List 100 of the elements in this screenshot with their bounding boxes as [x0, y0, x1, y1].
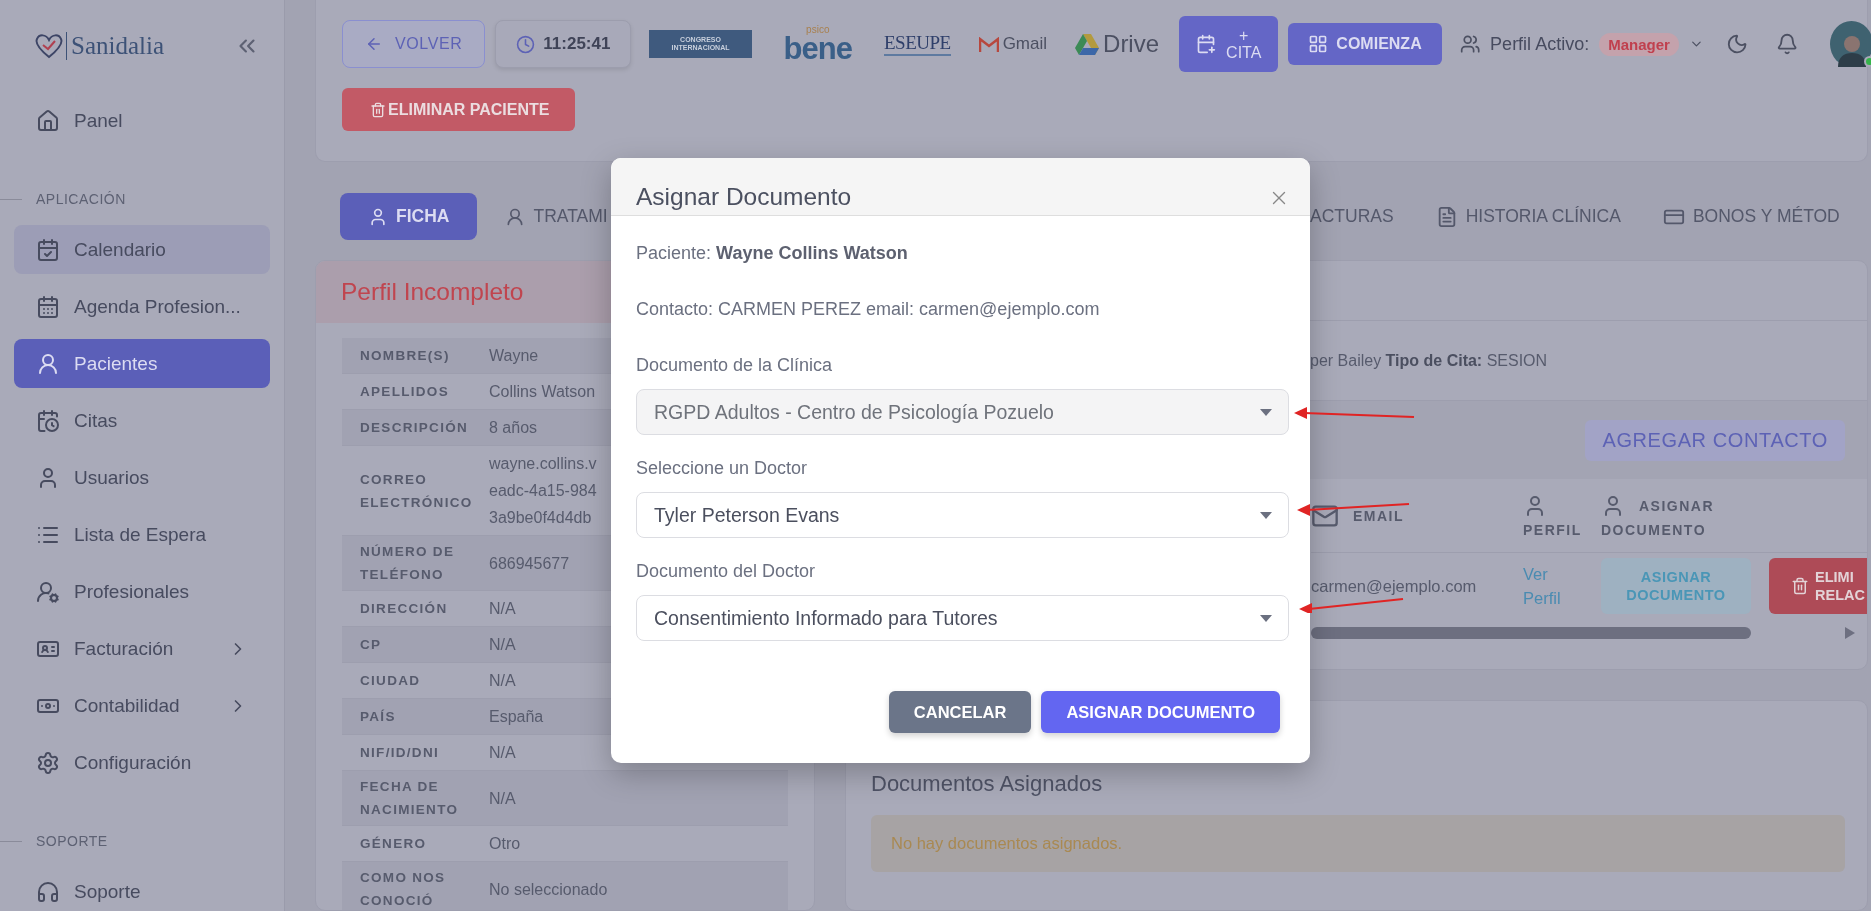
field-label: CORREO ELECTRÓNICO: [360, 470, 474, 512]
field-label: COMO NOS CONOCIÓ: [360, 869, 447, 910]
heart-logo-icon: [34, 33, 64, 59]
logo-text: psico: [806, 25, 830, 35]
trash-icon: [1791, 577, 1809, 595]
sidebar-item[interactable]: Configuración: [14, 738, 270, 787]
field-label: NIF/ID/DNI: [360, 744, 439, 762]
calendar-icon: [36, 294, 60, 319]
field-label: DESCRIPCIÓN: [360, 419, 469, 437]
headphones-icon: [36, 879, 60, 904]
tab[interactable]: TRATAMI: [501, 193, 612, 240]
house-icon: [36, 108, 60, 133]
cancel-button[interactable]: CANCELAR: [888, 691, 1032, 733]
new-appointment-button[interactable]: + CITA: [1179, 16, 1279, 72]
field-label: CIUDAD: [360, 672, 421, 690]
caret-icon: [1260, 408, 1272, 416]
sidebar-item[interactable]: Facturación: [14, 624, 270, 673]
person-icon: [36, 351, 60, 376]
delete-relation-button[interactable]: ELIMI RELAC: [1769, 558, 1867, 614]
field-value: N/A: [489, 671, 516, 691]
sidebar-item[interactable]: Lista de Espera: [14, 510, 270, 559]
delete-patient-button[interactable]: ELIMINAR PACIENTE: [342, 88, 576, 131]
field-value: N/A: [489, 743, 516, 763]
sidebar-item[interactable]: Profesionales: [14, 567, 270, 616]
field-label: DIRECCIÓN: [360, 600, 448, 618]
field-label: CP: [360, 636, 382, 654]
section-heading: SOPORTE: [36, 833, 108, 849]
column-header: ASIGNAR: [1639, 497, 1715, 514]
calendar-check-icon: [36, 237, 60, 262]
logo-text[interactable]: Gmail: [1002, 34, 1048, 54]
calendar-plus-icon: [1196, 34, 1217, 54]
field-value: 8 años: [489, 418, 538, 438]
start-button[interactable]: COMIENZA: [1288, 23, 1442, 65]
moon-icon[interactable]: [1725, 32, 1748, 56]
role-badge[interactable]: Manager: [1599, 32, 1679, 56]
table-cell: carmen@ejemplo.com: [1311, 576, 1477, 596]
dialog-title: Asignar Documento: [636, 183, 852, 211]
field-value: España: [489, 707, 544, 727]
tab[interactable]: ACTURAS: [1306, 193, 1398, 240]
field-label: APELLIDOS: [360, 383, 449, 401]
time-text: 11:25:41: [543, 34, 611, 54]
sidebar-item[interactable]: Panel: [14, 96, 270, 145]
brand-name: Sanidalia: [66, 32, 165, 60]
select-field[interactable]: Consentimiento Informado para Tutores: [636, 595, 1289, 641]
field-label: NÚMERO DE TELÉFONO: [360, 543, 456, 584]
profile-label: Perfil Activo:: [1490, 33, 1590, 55]
bell-icon[interactable]: [1776, 32, 1799, 56]
avatar[interactable]: [1830, 21, 1871, 67]
tab[interactable]: BONOS Y MÉTOD: [1658, 193, 1844, 240]
tab[interactable]: HISTORIA CLÍNICA: [1431, 193, 1625, 240]
calendar-clock-icon: [36, 408, 60, 433]
back-button[interactable]: VOLVER: [342, 20, 486, 68]
field-label: PAÍS: [360, 708, 396, 726]
field-value: Wayne: [489, 346, 539, 366]
field-label: Seleccione un Doctor: [636, 458, 809, 479]
section-title: Documentos Asignados: [871, 771, 1104, 797]
section-heading: APLICACIÓN: [36, 191, 126, 207]
sidebar-item[interactable]: Usuarios: [14, 453, 270, 502]
patient-text: Paciente: Wayne Collins Watson: [636, 243, 909, 264]
column-header: EMAIL: [1353, 507, 1405, 524]
column-header: PERFIL: [1523, 521, 1583, 538]
card-title: Perfil Incompleto: [341, 278, 524, 306]
assign-button[interactable]: ASIGNAR DOCUMENTO: [1041, 691, 1280, 733]
caret-icon: [1260, 511, 1272, 519]
appointment-info: per Bailey Tipo de Cita: SESION: [1310, 351, 1548, 370]
field-value: wayne.collins.v eadc-4a15-984 3a9be0f4d4db: [489, 454, 597, 528]
trash-icon: [370, 101, 386, 118]
contact-text: Contacto: CARMEN PEREZ email: carmen@ejemplo.com: [636, 299, 1101, 320]
user-icon: [368, 206, 388, 227]
column-header: DOCUMENTO: [1601, 521, 1708, 538]
scroll-right-icon[interactable]: [1845, 627, 1855, 639]
logo-text[interactable]: ESEUPE: [883, 32, 951, 56]
logo-text[interactable]: Drive: [1103, 30, 1160, 58]
users-icon: [1459, 33, 1481, 55]
field-value: N/A: [489, 635, 516, 655]
clock-icon: [516, 34, 536, 54]
field-value: N/A: [489, 599, 516, 619]
add-contact-button[interactable]: AGREGAR CONTACTO: [1585, 419, 1845, 461]
sidebar-item[interactable]: Pacientes: [14, 339, 270, 388]
mail-logo-icon[interactable]: [978, 36, 999, 52]
field-value: No seleccionado: [489, 879, 608, 900]
sidebar-item[interactable]: Calendario: [14, 225, 270, 274]
sidebar-item[interactable]: Contabilidad: [14, 681, 270, 730]
person-icon: [36, 579, 60, 604]
select-field[interactable]: Tyler Peterson Evans: [636, 492, 1289, 538]
field-value: Otro: [489, 834, 521, 854]
field-value: Collins Watson: [489, 382, 596, 402]
logo-text[interactable]: bene: [783, 35, 852, 63]
field-label: NOMBRE(S): [360, 347, 450, 365]
field-label: Documento del Doctor: [636, 561, 817, 582]
sidebar-item[interactable]: Soporte: [14, 867, 270, 911]
settings-icon: [36, 750, 60, 775]
caret-icon: [1260, 614, 1272, 622]
tab[interactable]: FICHA: [340, 193, 478, 240]
triangle-logo-icon[interactable]: [1075, 33, 1100, 55]
sidebar-item[interactable]: Agenda Profesion...: [14, 282, 270, 331]
scrollbar[interactable]: [1311, 627, 1751, 639]
sidebar-item[interactable]: Citas: [14, 396, 270, 445]
field-value: N/A: [489, 788, 516, 809]
grid-icon: [1308, 34, 1329, 54]
